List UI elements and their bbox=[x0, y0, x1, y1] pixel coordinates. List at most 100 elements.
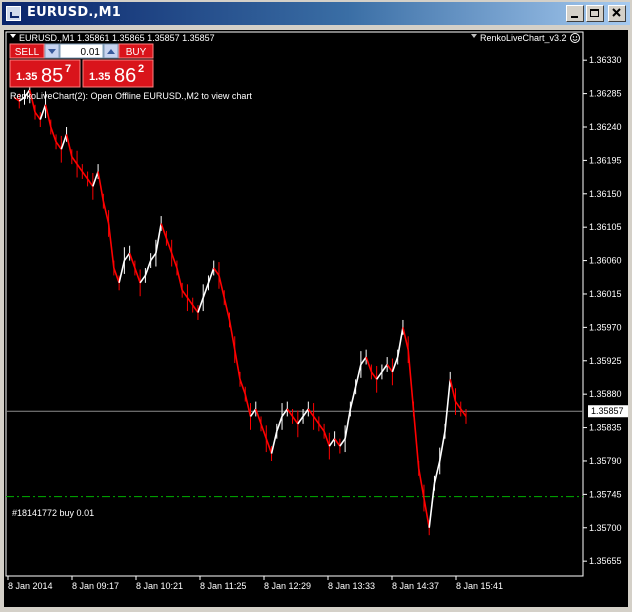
price-segment bbox=[312, 415, 320, 425]
price-segment bbox=[76, 163, 83, 172]
price-segment bbox=[213, 267, 220, 276]
price-segment bbox=[460, 408, 467, 417]
price-axis-label: 1.36195 bbox=[589, 155, 622, 165]
price-segment bbox=[181, 289, 189, 299]
price-segment bbox=[186, 297, 194, 306]
price-axis-label: 1.35835 bbox=[589, 423, 622, 433]
minimize-icon bbox=[571, 16, 578, 18]
time-axis-label: 8 Jan 13:33 bbox=[328, 581, 375, 591]
lot-increase-button[interactable] bbox=[103, 43, 119, 59]
time-axis-label: 8 Jan 10:21 bbox=[136, 581, 183, 591]
indicator-dropdown-icon[interactable] bbox=[471, 34, 477, 38]
time-axis-label: 8 Jan 09:17 bbox=[72, 581, 119, 591]
price-segment bbox=[155, 223, 162, 254]
price-segment bbox=[249, 408, 257, 417]
smiley-icon bbox=[570, 33, 580, 43]
price-segment bbox=[417, 468, 425, 499]
price-segment bbox=[123, 252, 131, 262]
price-segment bbox=[118, 260, 126, 284]
price-segment bbox=[128, 252, 136, 269]
maximize-icon bbox=[590, 9, 599, 17]
one-click-trade-panel: SELL 0.01 BUY 1.35 85 7 1.35 86 2 bbox=[9, 43, 154, 88]
price-segment bbox=[344, 408, 352, 439]
sell-price-box[interactable]: 1.35 85 7 bbox=[9, 59, 81, 88]
lot-decrease-button[interactable] bbox=[44, 43, 60, 59]
price-axis-label: 1.35700 bbox=[589, 523, 622, 533]
symbol-ohlc-line: EURUSD.,M1 1.35861 1.35865 1.35857 1.358… bbox=[19, 33, 215, 43]
lot-size-input[interactable]: 0.01 bbox=[59, 43, 104, 59]
time-axis-label: 8 Jan 12:29 bbox=[264, 581, 311, 591]
price-segment bbox=[192, 304, 199, 313]
price-segment bbox=[349, 386, 357, 410]
price-segment bbox=[270, 431, 278, 454]
price-segment bbox=[65, 134, 73, 157]
time-axis-label: 8 Jan 15:41 bbox=[456, 581, 503, 591]
sell-price-fraction: 7 bbox=[65, 63, 71, 75]
price-segment bbox=[60, 134, 68, 150]
buy-price-fraction: 2 bbox=[138, 63, 144, 75]
price-segment bbox=[71, 156, 78, 165]
price-segment bbox=[286, 408, 294, 417]
chart-area[interactable]: 1.36330 1.36285 1.36240 1.36195 1.36150 1.361… bbox=[4, 30, 628, 607]
price-segment bbox=[333, 438, 341, 447]
price-segment bbox=[402, 327, 409, 350]
close-button[interactable] bbox=[608, 5, 626, 22]
price-segment bbox=[328, 438, 336, 447]
sell-button[interactable]: SELL bbox=[9, 43, 45, 59]
time-axis-label: 8 Jan 11:25 bbox=[200, 581, 246, 591]
price-segment bbox=[454, 401, 462, 410]
buy-price-prefix: 1.35 bbox=[89, 71, 110, 83]
price-segment bbox=[55, 141, 62, 150]
price-segment bbox=[176, 267, 183, 291]
price-segment bbox=[170, 252, 178, 269]
price-segment bbox=[113, 267, 120, 284]
chart-window-icon[interactable] bbox=[6, 6, 21, 21]
price-segment bbox=[92, 171, 99, 187]
symbol-dropdown-icon[interactable] bbox=[10, 34, 16, 38]
price-segment bbox=[360, 356, 367, 365]
price-chart[interactable]: 1.36330 1.36285 1.36240 1.36195 1.36150 1.361… bbox=[4, 30, 628, 607]
price-segment bbox=[391, 356, 399, 373]
price-segment bbox=[239, 379, 247, 395]
title-bar[interactable]: EURUSD.,M1 bbox=[2, 2, 630, 25]
price-segment bbox=[381, 364, 388, 373]
price-series bbox=[13, 76, 467, 536]
time-axis: 8 Jan 2014 8 Jan 09:17 8 Jan 10:21 8 Jan 11… bbox=[7, 576, 503, 591]
price-segment bbox=[102, 201, 110, 224]
price-axis-label: 1.35880 bbox=[589, 389, 622, 399]
order-line-label: #18141772 buy 0.01 bbox=[12, 508, 94, 518]
price-segment bbox=[396, 327, 404, 358]
buy-price-box[interactable]: 1.35 86 2 bbox=[82, 59, 154, 88]
buy-label: BUY bbox=[126, 47, 147, 58]
price-segment bbox=[407, 349, 415, 410]
price-axis-label: 1.36285 bbox=[589, 89, 622, 99]
price-segment bbox=[412, 408, 420, 469]
price-segment bbox=[223, 297, 231, 321]
price-segment bbox=[86, 178, 94, 187]
plot-frame bbox=[5, 31, 584, 577]
price-axis-label: 1.35925 bbox=[589, 356, 622, 366]
price-segment bbox=[50, 126, 57, 143]
maximize-button[interactable] bbox=[586, 5, 604, 22]
close-icon bbox=[612, 8, 621, 17]
buy-button[interactable]: BUY bbox=[118, 43, 154, 59]
price-segment bbox=[233, 349, 241, 380]
price-segment bbox=[365, 356, 373, 373]
price-segment bbox=[386, 364, 394, 373]
price-segment bbox=[197, 297, 204, 313]
price-segment bbox=[354, 364, 362, 387]
price-segment bbox=[281, 408, 288, 417]
price-segment bbox=[297, 415, 304, 425]
chart-window: EURUSD.,M1 1.36330 1.36285 1.36240 1.36195 1… bbox=[0, 0, 632, 611]
sell-label: SELL bbox=[15, 47, 40, 58]
price-segment bbox=[438, 431, 446, 462]
minimize-button[interactable] bbox=[566, 5, 584, 22]
price-segment bbox=[433, 460, 441, 484]
price-axis: 1.36330 1.36285 1.36240 1.36195 1.36150 1.361… bbox=[583, 55, 622, 566]
time-axis-label: 8 Jan 14:37 bbox=[392, 581, 439, 591]
price-segment bbox=[449, 379, 457, 402]
price-axis-label: 1.35655 bbox=[589, 556, 622, 566]
price-segment bbox=[307, 408, 315, 417]
price-segment bbox=[318, 423, 325, 432]
current-price-label: 1.35857 bbox=[591, 406, 624, 416]
